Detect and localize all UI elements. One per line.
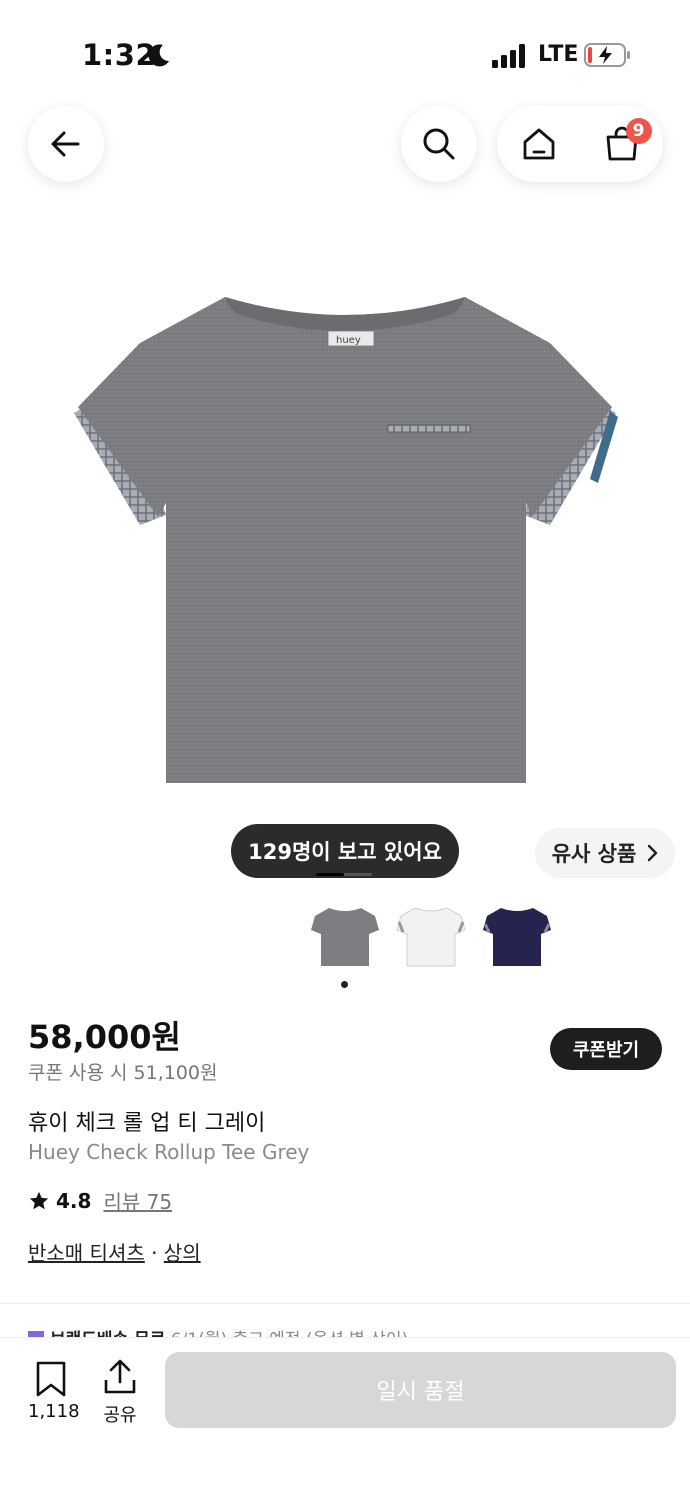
bookmark-count: 1,118 xyxy=(28,1401,80,1422)
soldout-button[interactable]: 일시 품절 xyxy=(165,1352,676,1428)
product-name-english: Huey Check Rollup Tee Grey xyxy=(28,1140,310,1164)
home-button[interactable] xyxy=(509,114,569,174)
price: 58,000원 xyxy=(28,1018,181,1056)
color-option-grey[interactable] xyxy=(305,900,385,975)
review-link[interactable]: 리뷰 75 xyxy=(103,1186,172,1215)
star-icon xyxy=(29,1191,49,1209)
category-breadcrumb: 반소매 티셔츠 · 상의 xyxy=(28,1237,201,1266)
category-separator: · xyxy=(144,1241,164,1265)
search-icon xyxy=(423,128,455,160)
share-label: 공유 xyxy=(103,1405,137,1426)
search-button[interactable] xyxy=(401,106,477,182)
similar-products-button[interactable]: 유사 상품 xyxy=(535,828,675,878)
brand-label: huey xyxy=(336,335,361,346)
bookmark-icon[interactable] xyxy=(34,1360,68,1398)
viewers-count-pill: 129명이 보고 있어요 xyxy=(231,824,459,878)
network-label: LTE xyxy=(538,42,579,67)
color-option-white[interactable] xyxy=(391,900,471,975)
battery-charging-icon xyxy=(584,43,630,67)
get-coupon-button[interactable]: 쿠폰받기 xyxy=(550,1028,662,1070)
shipping-info[interactable]: 브랜드배송 무료 6/1(월) 출고 예정 (옵션 별 상이) xyxy=(28,1325,668,1339)
signal-icon xyxy=(492,44,525,68)
category-link-tops[interactable]: 상의 xyxy=(164,1241,201,1265)
section-divider xyxy=(0,1303,690,1304)
product-image[interactable]: huey xyxy=(70,285,620,795)
share-icon[interactable] xyxy=(102,1358,138,1396)
shipping-marker-icon xyxy=(28,1331,44,1337)
back-button[interactable] xyxy=(28,106,104,182)
moon-icon xyxy=(148,44,169,67)
arrow-left-icon xyxy=(51,131,80,157)
product-name-korean: 휴이 체크 롤 업 티 그레이 xyxy=(28,1111,266,1136)
home-icon xyxy=(523,128,554,160)
image-page-indicator-active xyxy=(316,873,344,876)
category-link-tshirts[interactable]: 반소매 티셔츠 xyxy=(28,1241,145,1265)
similar-products-label: 유사 상품 xyxy=(551,842,637,866)
home-cart-group: 9 xyxy=(497,106,663,182)
cart-button[interactable]: 9 xyxy=(592,114,652,174)
cart-count-badge: 9 xyxy=(625,118,652,144)
color-option-navy[interactable] xyxy=(477,900,557,975)
chevron-right-icon xyxy=(648,844,658,862)
thumbnail-page-dot xyxy=(341,981,348,988)
rating-score: 4.8 xyxy=(56,1188,92,1213)
rating-row: 4.8 리뷰 75 xyxy=(28,1186,172,1215)
coupon-price: 쿠폰 사용 시 51,100원 xyxy=(28,1062,218,1084)
